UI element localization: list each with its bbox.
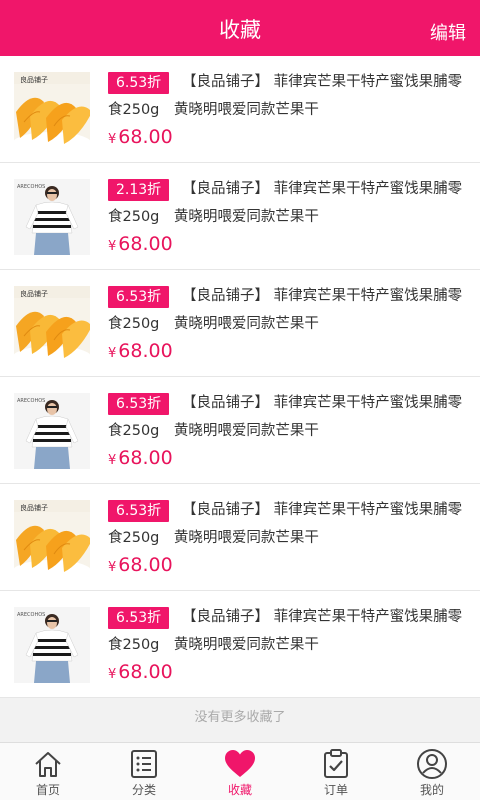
price-value: 68.00 [118, 126, 173, 148]
svg-text:良品铺子: 良品铺子 [20, 503, 48, 512]
product-price: ¥68.00 [108, 126, 173, 148]
svg-text:ARECOHOS: ARECOHOS [17, 398, 45, 404]
category-list-icon [128, 748, 160, 780]
favorite-item[interactable]: 良品铺子 【良品铺子】 菲律宾芒果干特产蜜饯果脯零食250g 黄晓明喂爱同款芒果… [0, 56, 480, 163]
svg-text:ARECOHOS: ARECOHOS [17, 184, 45, 190]
mango-product-image[interactable]: 良品铺子 [14, 500, 90, 576]
currency-symbol: ¥ [108, 667, 117, 682]
discount-badge: 6.53折 [108, 72, 170, 94]
mango-product-image[interactable]: 良品铺子 [14, 72, 90, 148]
tab-label: 我的 [419, 783, 444, 797]
currency-symbol: ¥ [108, 560, 117, 575]
currency-symbol: ¥ [108, 132, 117, 147]
favorites-list: 良品铺子 【良品铺子】 菲律宾芒果干特产蜜饯果脯零食250g 黄晓明喂爱同款芒果… [0, 56, 480, 698]
favorite-item[interactable]: ARECOHOS 【良品铺子】 菲律宾芒果干特产蜜饯果脯零食250g 黄晓明喂爱… [0, 163, 480, 270]
home-icon [32, 748, 64, 780]
currency-symbol: ¥ [108, 239, 117, 254]
discount-badge: 6.53折 [108, 393, 170, 415]
header-bar: 收藏 编辑 [0, 0, 480, 56]
discount-badge: 2.13折 [108, 179, 170, 201]
tab-label: 首页 [35, 783, 60, 797]
tab-category-list[interactable]: 分类 [96, 743, 192, 800]
product-price: ¥68.00 [108, 447, 173, 469]
page-title: 收藏 [219, 18, 261, 42]
product-price: ¥68.00 [108, 661, 173, 683]
svg-text:ARECOHOS: ARECOHOS [17, 612, 45, 618]
tab-home[interactable]: 首页 [0, 743, 96, 800]
favorite-item[interactable]: 良品铺子 【良品铺子】 菲律宾芒果干特产蜜饯果脯零食250g 黄晓明喂爱同款芒果… [0, 270, 480, 377]
tab-label: 分类 [131, 783, 156, 797]
tab-label: 订单 [323, 783, 348, 797]
order-clipboard-icon [320, 748, 352, 780]
price-value: 68.00 [118, 340, 173, 362]
tab-heart[interactable]: 收藏 [192, 743, 288, 800]
product-price: ¥68.00 [108, 554, 173, 576]
product-price: ¥68.00 [108, 233, 173, 255]
discount-badge: 6.53折 [108, 500, 170, 522]
svg-text:良品铺子: 良品铺子 [20, 75, 48, 84]
tab-user[interactable]: 我的 [384, 743, 480, 800]
price-value: 68.00 [118, 233, 173, 255]
product-price: ¥68.00 [108, 340, 173, 362]
mango-product-image[interactable]: 良品铺子 [14, 286, 90, 362]
user-icon [416, 748, 448, 780]
heart-icon [224, 748, 256, 780]
bottom-tab-bar: 首页 分类 收藏 订单 我的 [0, 742, 480, 800]
sweater-product-image[interactable]: ARECOHOS [14, 179, 90, 255]
price-value: 68.00 [118, 554, 173, 576]
tab-order-clipboard[interactable]: 订单 [288, 743, 384, 800]
sweater-product-image[interactable]: ARECOHOS [14, 393, 90, 469]
discount-badge: 6.53折 [108, 286, 170, 308]
tab-label: 收藏 [227, 783, 252, 797]
favorites-screen: 收藏 编辑 良品铺子 【良品铺子】 菲律宾芒果干特产蜜饯果脯零食250g 黄晓明… [0, 0, 480, 800]
favorite-item[interactable]: 良品铺子 【良品铺子】 菲律宾芒果干特产蜜饯果脯零食250g 黄晓明喂爱同款芒果… [0, 484, 480, 591]
price-value: 68.00 [118, 447, 173, 469]
favorite-item[interactable]: ARECOHOS 【良品铺子】 菲律宾芒果干特产蜜饯果脯零食250g 黄晓明喂爱… [0, 377, 480, 484]
price-value: 68.00 [118, 661, 173, 683]
edit-button[interactable]: 编辑 [430, 19, 466, 45]
svg-text:良品铺子: 良品铺子 [20, 289, 48, 298]
sweater-product-image[interactable]: ARECOHOS [14, 607, 90, 683]
discount-badge: 6.53折 [108, 607, 170, 629]
currency-symbol: ¥ [108, 453, 117, 468]
currency-symbol: ¥ [108, 346, 117, 361]
favorite-item[interactable]: ARECOHOS 【良品铺子】 菲律宾芒果干特产蜜饯果脯零食250g 黄晓明喂爱… [0, 591, 480, 698]
no-more-favorites-text: 没有更多收藏了 [0, 698, 480, 738]
